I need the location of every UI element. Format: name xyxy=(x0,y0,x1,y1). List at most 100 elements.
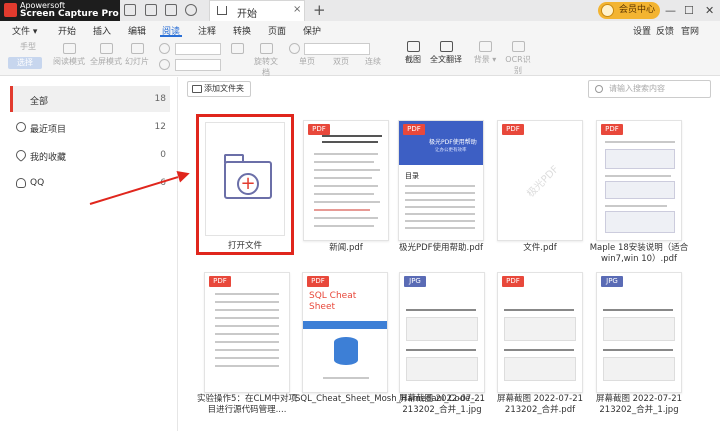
search-placeholder: 请输入搜索内容 xyxy=(609,84,665,93)
menu-protect[interactable]: 保护 xyxy=(303,24,321,37)
select-tool-button[interactable]: 选择 xyxy=(8,57,42,69)
background-label: 背景 ▾ xyxy=(473,55,497,64)
pdf-badge: PDF xyxy=(502,124,524,135)
continuous-button[interactable]: 连续 xyxy=(362,56,384,67)
slideshow-icon xyxy=(130,43,144,54)
sidebar-item-favorites[interactable]: 我的收藏 0 xyxy=(10,142,170,168)
menu-page[interactable]: 页面 xyxy=(268,24,286,37)
hand-label: 手型 xyxy=(20,42,36,51)
app-logo-icon xyxy=(4,3,17,17)
file-card-screenshot-jpg-2[interactable]: JPG xyxy=(596,272,682,393)
file-name: 屏幕截图 2022-07-21 213202_合并_1.jpg xyxy=(595,394,683,415)
folder-open-icon[interactable] xyxy=(124,4,136,16)
doc-text-line xyxy=(405,185,475,187)
sidebar-item-label: 最近项目 xyxy=(30,125,67,135)
add-plus-icon: + xyxy=(237,173,259,195)
maximize-button[interactable]: ☐ xyxy=(684,4,694,17)
file-card-news[interactable]: PDF xyxy=(303,120,389,241)
rotate-left-button[interactable] xyxy=(226,43,248,56)
file-name: 新闻.pdf xyxy=(329,243,363,253)
new-tab-button[interactable]: + xyxy=(313,1,326,19)
doc-text-line xyxy=(406,349,476,351)
vip-avatar-icon xyxy=(601,4,614,17)
screenshot-button[interactable]: 截图 xyxy=(402,41,424,65)
sidebar-item-count: 18 xyxy=(154,94,166,104)
sidebar-item-label: 全部 xyxy=(30,97,49,107)
page-number-input[interactable] xyxy=(304,43,370,55)
double-page-button[interactable]: 双页 xyxy=(330,56,352,67)
open-file-tile[interactable]: + xyxy=(205,122,285,236)
doc-text-line xyxy=(215,333,279,335)
fullscreen-button[interactable]: 全屏模式 xyxy=(88,43,124,67)
cover-title: SQL Cheat Sheet xyxy=(309,291,357,312)
tab-close-icon[interactable]: × xyxy=(293,4,301,15)
doc-text-line xyxy=(405,213,475,215)
doc-text-line xyxy=(405,206,475,208)
doc-screenshot xyxy=(605,149,675,169)
rotate-left-icon xyxy=(230,43,244,54)
menu-file[interactable]: 文件 ▾ xyxy=(12,24,37,37)
menu-convert[interactable]: 转换 xyxy=(233,24,251,37)
add-folder-button[interactable]: 添加文件夹 xyxy=(187,81,251,97)
clock-icon xyxy=(16,122,26,132)
background-button[interactable]: 背景 ▾ xyxy=(470,41,500,65)
double-page-label: 双页 xyxy=(333,57,349,66)
pdf-badge: PDF xyxy=(209,276,231,287)
menu-settings[interactable]: 设置 xyxy=(633,24,651,37)
search-input[interactable]: 请输入搜索内容 xyxy=(588,80,711,98)
file-card-sql[interactable]: PDF SQL Cheat Sheet xyxy=(302,272,388,393)
toc-title: 目录 xyxy=(405,172,419,180)
file-card-screenshot-jpg-1[interactable]: JPG xyxy=(399,272,485,393)
menu-annotate[interactable]: 注释 xyxy=(198,24,216,37)
single-page-button[interactable]: 单页 xyxy=(296,56,318,67)
sidebar-item-qq[interactable]: QQ 6 xyxy=(10,170,170,196)
save-icon[interactable] xyxy=(145,4,157,16)
doc-text-line xyxy=(314,185,378,187)
file-card-clm[interactable]: PDF xyxy=(204,272,290,393)
read-mode-button[interactable]: 阅读模式 xyxy=(52,43,86,67)
minimize-button[interactable]: — xyxy=(665,4,676,17)
slideshow-button[interactable]: 幻灯片 xyxy=(124,43,150,67)
menu-edit[interactable]: 编辑 xyxy=(128,24,146,37)
doc-title-line xyxy=(322,135,382,137)
doc-text-line xyxy=(215,349,279,351)
add-folder-label: 添加文件夹 xyxy=(204,84,244,93)
active-indicator xyxy=(10,86,13,112)
doc-screenshot xyxy=(603,357,675,381)
sidebar-item-recent[interactable]: 最近项目 12 xyxy=(10,114,170,140)
file-card-document[interactable]: PDF 极光PDF xyxy=(497,120,583,241)
close-window-button[interactable]: ✕ xyxy=(705,4,714,17)
sidebar-item-all[interactable]: 全部 18 xyxy=(10,86,170,112)
fullscreen-label: 全屏模式 xyxy=(90,57,122,66)
doc-text-line xyxy=(215,325,279,327)
file-card-screenshot-pdf[interactable]: PDF xyxy=(497,272,583,393)
translate-button[interactable]: 全文翻译 xyxy=(430,41,462,65)
sidebar-item-label: 我的收藏 xyxy=(30,153,67,163)
file-card-help[interactable]: PDF 极光PDF使用帮助 让办公更有效率 目录 xyxy=(398,120,484,241)
vip-center-button[interactable]: 会员中心 xyxy=(598,2,660,19)
print-icon[interactable] xyxy=(165,4,177,16)
open-file-card[interactable]: + 打开文件 xyxy=(196,114,294,255)
file-name: 文件.pdf xyxy=(523,243,557,253)
menu-feedback[interactable]: 反馈 xyxy=(656,24,674,37)
menu-start[interactable]: 开始 xyxy=(58,24,76,37)
zoom-select[interactable] xyxy=(175,43,221,55)
prev-page-button[interactable] xyxy=(288,43,300,56)
fit-select[interactable] xyxy=(175,59,221,71)
zoom-in-button[interactable] xyxy=(158,59,170,72)
rotate-document-button[interactable]: 旋转文档 xyxy=(254,43,278,78)
hand-tool-button[interactable]: 手型 xyxy=(20,41,44,52)
ocr-button[interactable]: OCR识别 xyxy=(503,41,533,76)
zoom-in-icon xyxy=(158,59,170,70)
toolbar: 手型 选择 阅读模式 全屏模式 幻灯片 旋转文档 单页 双页 连续 截图 全文翻… xyxy=(0,38,720,78)
undo-icon[interactable] xyxy=(185,4,197,16)
sidebar: 全部 18 最近项目 12 我的收藏 0 QQ 6 xyxy=(0,77,178,431)
zoom-out-button[interactable] xyxy=(158,43,170,56)
vip-label: 会员中心 xyxy=(619,5,656,15)
menu-website[interactable]: 官网 xyxy=(681,24,699,37)
background-icon xyxy=(478,41,492,52)
file-card-maple[interactable]: PDF xyxy=(596,120,682,241)
menu-insert[interactable]: 插入 xyxy=(93,24,111,37)
heart-icon xyxy=(13,147,29,163)
tab-home[interactable]: 开始 × xyxy=(209,0,305,21)
